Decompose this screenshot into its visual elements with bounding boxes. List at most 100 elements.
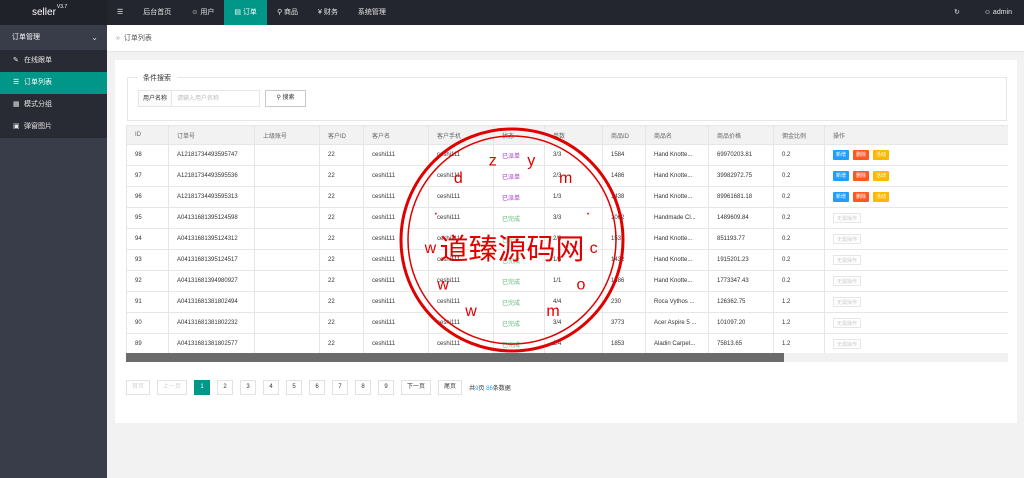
table-row: 96 A12181734493595313 22 ceshi111 ceshi111 已派… [126, 186, 1008, 208]
user-menu[interactable]: ☺ admin [972, 0, 1024, 25]
sidebar-group-order-management[interactable]: 订单管理 ⌄ [0, 25, 107, 50]
no-action-button: 无需操作 [833, 255, 862, 265]
breadcrumb-current: 订单列表 [123, 35, 152, 42]
menu-toggle-button[interactable]: ☰ [107, 0, 133, 25]
table-row: 97 A12181734493595536 22 ceshi111 ceshi111 已派… [126, 165, 1008, 187]
sidebar-item-popup-image[interactable]: ▣ 弹窗图片 [0, 116, 107, 138]
sidebar-item-order-list[interactable]: ☰ 订单列表 [0, 72, 107, 94]
cell-cust-name: ceshi111 [363, 186, 429, 208]
nav-products[interactable]: ⚲ 商品 [267, 0, 308, 25]
cell-price: 1915201.23 [708, 249, 774, 271]
search-button[interactable]: ⚲ 搜索 [265, 90, 307, 107]
nav-label: 用户 [200, 9, 215, 16]
page-button[interactable]: 1 [194, 380, 211, 395]
cell-goods-name: Hand Knotte... [645, 186, 709, 208]
cell-actions: 无需操作 [824, 249, 1008, 271]
image-icon: ▣ [13, 123, 20, 130]
activity-button[interactable]: 活动 [873, 192, 890, 202]
column-header: 商品ID [602, 125, 646, 145]
page-button[interactable]: 6 [309, 380, 326, 395]
cell-price: 1489609.84 [708, 207, 774, 229]
row-actions: 无需操作 [833, 255, 1008, 265]
nav-label: 系统管理 [357, 9, 386, 16]
cell-order-no: A12181734493595313 [168, 186, 255, 208]
next-page-button[interactable]: 下一页 [401, 380, 432, 395]
search-label: 用户名称 [138, 90, 173, 107]
search-button-label: 搜索 [282, 95, 295, 101]
app-logo[interactable]: sellerV3.7 [0, 0, 107, 25]
page-button[interactable]: 5 [286, 380, 303, 395]
search-input[interactable]: 请输入用户名称 [172, 90, 261, 107]
cell-rate: 0.2 [773, 207, 825, 229]
user-icon: ☺ [983, 9, 993, 16]
sidebar-menu: ✎ 在线跟单 ☰ 订单列表 ▦ 模式分组 ▣ 弹窗图片 [0, 50, 107, 138]
cell-rate: 0.2 [773, 186, 825, 208]
cell-parent [254, 228, 320, 250]
cell-parent [254, 249, 320, 271]
cell-count: 1/1 [544, 270, 603, 292]
activity-button[interactable]: 活动 [873, 171, 890, 181]
nav-finance[interactable]: ¥ 财务 [308, 0, 348, 25]
cell-status: 已完成 [493, 270, 545, 292]
username: admin [992, 9, 1012, 16]
last-page-button[interactable]: 尾页 [438, 380, 463, 395]
nav-label: 订单 [242, 9, 257, 16]
delete-button[interactable]: 删除 [853, 171, 870, 181]
cell-cust-name: ceshi111 [363, 270, 429, 292]
cell-cust-name: ceshi111 [363, 228, 429, 250]
cell-phone: ceshi111 [428, 207, 494, 229]
page-button[interactable]: 9 [378, 380, 395, 395]
add-button[interactable]: 新增 [833, 171, 850, 181]
add-button[interactable]: 新增 [833, 192, 850, 202]
nav-orders[interactable]: ▤ 订单 [224, 0, 267, 25]
cell-price: 1773347.43 [708, 270, 774, 292]
cell-order-no: A12181734493595747 [168, 144, 255, 166]
cell-rate: 0.2 [773, 165, 825, 187]
delete-button[interactable]: 删除 [853, 150, 870, 160]
sidebar-item-mode-group[interactable]: ▦ 模式分组 [0, 94, 107, 116]
no-action-button: 无需操作 [833, 339, 862, 349]
cell-parent [254, 186, 320, 208]
nav-system[interactable]: 系统管理 [348, 0, 396, 25]
pagination-info: 共9页 86条数据 [469, 383, 511, 392]
cell-rate: 0.2 [773, 228, 825, 250]
cell-cust-name: ceshi111 [363, 312, 429, 334]
activity-button[interactable]: 活动 [873, 150, 890, 160]
first-page-button[interactable]: 首页 [126, 380, 151, 395]
cell-id: 93 [126, 249, 169, 271]
sidebar-group-label: 订单管理 [12, 34, 40, 41]
page-button[interactable]: 7 [332, 380, 349, 395]
cell-cust-name: ceshi111 [363, 249, 429, 271]
column-header: 商品名 [645, 125, 709, 145]
cell-rate: 0.2 [773, 144, 825, 166]
row-actions: 无需操作 [833, 234, 1008, 244]
version-label: V3.7 [56, 4, 68, 10]
cell-order-no: A04131681394980927 [168, 270, 255, 292]
sidebar-item-online-tracking[interactable]: ✎ 在线跟单 [0, 50, 107, 72]
nav-users[interactable]: ☺ 用户 [181, 0, 224, 25]
page-button[interactable]: 8 [355, 380, 372, 395]
refresh-button[interactable]: ↻ [942, 0, 972, 25]
scrollbar-thumb[interactable] [126, 353, 784, 362]
page-button[interactable]: 3 [240, 380, 257, 395]
page-button[interactable]: 4 [263, 380, 280, 395]
column-header: 订单号 [168, 125, 255, 145]
cell-count: 3/4 [544, 312, 603, 334]
table-row: 92 A04131681394980927 22 ceshi111 ceshi111 已完… [126, 270, 1008, 292]
cell-phone: ceshi111 [428, 186, 494, 208]
cell-price: 39982972.75 [708, 165, 774, 187]
horizontal-scrollbar[interactable] [126, 353, 1008, 362]
column-header: 单数 [544, 125, 603, 145]
cell-order-no: A04131681381802494 [168, 291, 255, 313]
cell-actions: 无需操作 [824, 207, 1008, 229]
add-button[interactable]: 新增 [833, 150, 850, 160]
table-row: 98 A12181734493595747 22 ceshi111 ceshi111 已派… [126, 144, 1008, 166]
prev-page-button[interactable]: 上一页 [157, 380, 188, 395]
cell-goods-name: Handmade Cl... [645, 207, 709, 229]
delete-button[interactable]: 删除 [853, 192, 870, 202]
cell-id: 94 [126, 228, 169, 250]
cell-goods-id: 1062 [602, 207, 646, 229]
column-header: 商品价格 [708, 125, 774, 145]
page-button[interactable]: 2 [217, 380, 234, 395]
nav-home[interactable]: 后台首页 [133, 0, 181, 25]
